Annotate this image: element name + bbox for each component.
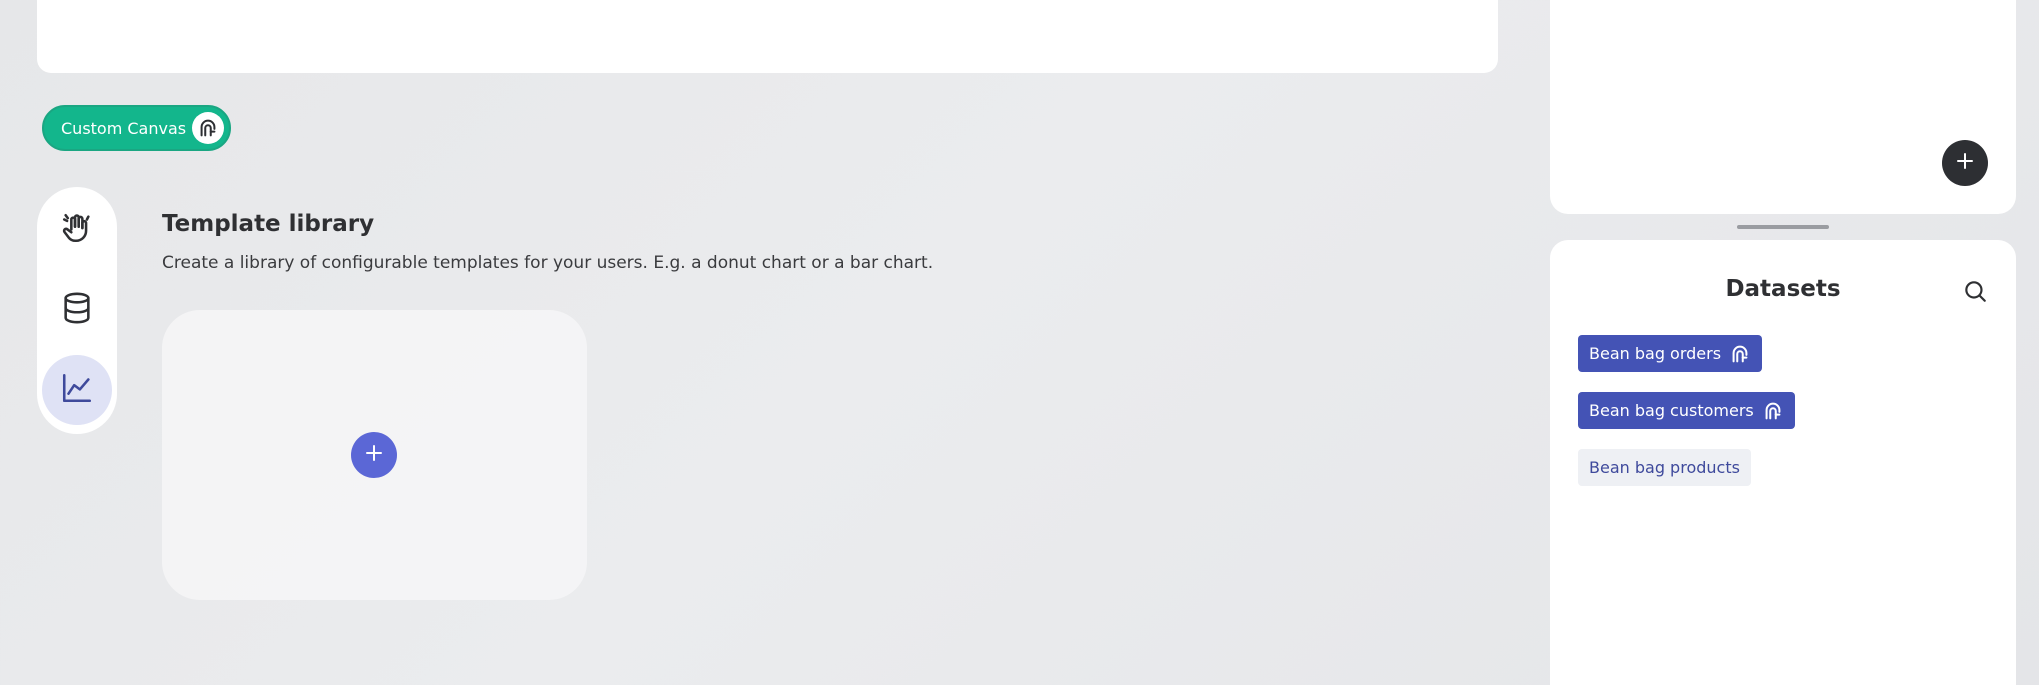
dataset-chip-customers[interactable]: Bean bag customers	[1578, 392, 1795, 429]
template-library-description: Create a library of configurable templat…	[162, 253, 934, 273]
datasets-title: Datasets	[1725, 276, 1841, 302]
add-item-button[interactable]	[1942, 140, 1988, 186]
plus-icon	[364, 443, 384, 467]
dataset-chip-label: Bean bag orders	[1589, 344, 1722, 363]
right-top-panel	[1550, 0, 2016, 214]
template-library-title: Template library	[162, 211, 375, 237]
database-icon	[60, 291, 94, 329]
dataset-chip-products[interactable]: Bean bag products	[1578, 449, 1751, 486]
side-rail	[37, 187, 117, 434]
dataset-chip-label: Bean bag customers	[1589, 401, 1754, 420]
dataset-chip-orders[interactable]: Bean bag orders	[1578, 335, 1763, 372]
rail-item-data[interactable]	[42, 275, 112, 345]
custom-canvas-label: Custom Canvas	[61, 118, 187, 138]
embed-logo-icon	[1729, 343, 1751, 365]
top-content-card	[37, 0, 1498, 73]
rail-item-charts[interactable]	[42, 355, 112, 425]
custom-canvas-toggle[interactable]: Custom Canvas	[42, 105, 231, 151]
rail-item-interactions[interactable]	[42, 195, 112, 265]
datasets-panel: Datasets Bean bag orders Bean bag custom…	[1550, 240, 2016, 685]
new-template-card[interactable]	[162, 310, 587, 600]
panel-resize-handle[interactable]	[1737, 225, 1829, 229]
embed-logo-icon	[1762, 400, 1784, 422]
hand-wave-icon	[60, 211, 94, 249]
plus-icon	[1955, 151, 1975, 175]
embed-logo-icon	[192, 112, 224, 144]
search-icon[interactable]	[1962, 278, 1988, 308]
dataset-chip-label: Bean bag products	[1589, 458, 1740, 477]
line-chart-icon	[60, 371, 94, 409]
add-template-button[interactable]	[351, 432, 397, 478]
